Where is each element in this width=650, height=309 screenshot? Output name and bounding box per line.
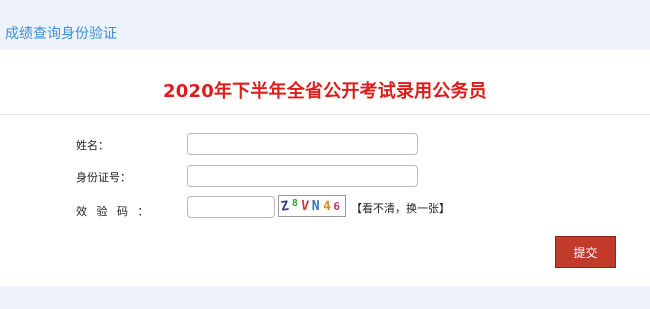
- form-heading-bar: 2020年下半年全省公开考试录用公务员: [0, 50, 650, 115]
- id-number-label: 身份证号：: [76, 171, 131, 184]
- verification-code-input[interactable]: [187, 196, 275, 218]
- captcha-char: N: [311, 198, 323, 214]
- submit-button[interactable]: 提交: [555, 236, 616, 268]
- captcha-char: V: [300, 197, 313, 215]
- captcha-char: 6: [333, 199, 343, 213]
- page: 成绩查询身份验证 2020年下半年全省公开考试录用公务员 姓名： 身份证号： 效…: [0, 0, 650, 309]
- exam-heading: 2020年下半年全省公开考试录用公务员: [163, 81, 487, 102]
- name-input[interactable]: [187, 133, 418, 155]
- verification-form: 2020年下半年全省公开考试录用公务员 姓名： 身份证号： 效 验 码 ： Z …: [0, 50, 650, 286]
- top-bar: 成绩查询身份验证: [0, 0, 650, 50]
- page-title: 成绩查询身份验证: [5, 26, 117, 42]
- captcha-image[interactable]: Z 8 V N 4 6: [278, 195, 346, 217]
- captcha-char: 4: [321, 198, 334, 214]
- id-number-input[interactable]: [187, 165, 418, 187]
- name-label: 姓名：: [76, 139, 109, 152]
- refresh-captcha-link[interactable]: 【看不清，换一张】: [351, 200, 450, 216]
- footer-strip: [0, 286, 650, 309]
- captcha-char: 8: [291, 197, 301, 209]
- verification-code-label: 效 验 码 ：: [76, 205, 149, 218]
